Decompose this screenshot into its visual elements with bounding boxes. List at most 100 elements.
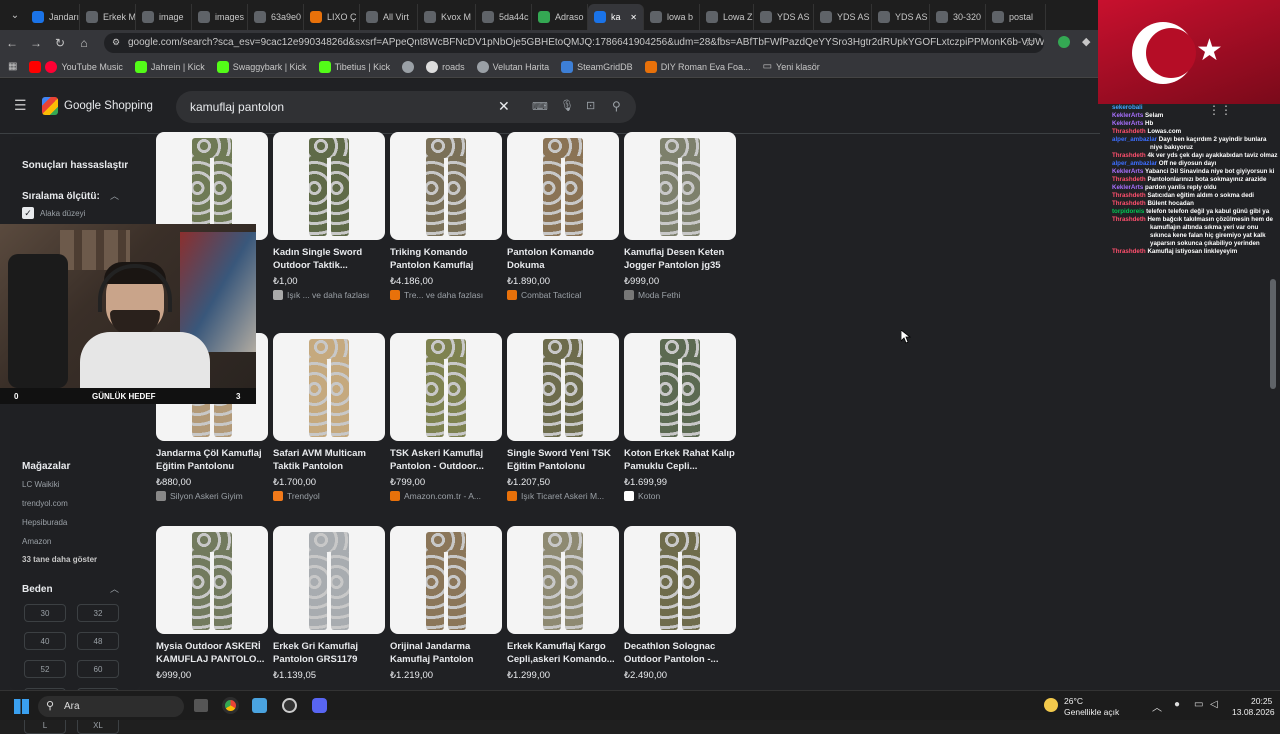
product-image[interactable]: [273, 333, 385, 441]
bookmark-velutan[interactable]: Velutan Harita: [476, 60, 549, 73]
product-title[interactable]: Kadın Single Sword Outdoor Taktik...: [273, 246, 385, 272]
product-image[interactable]: [156, 526, 268, 634]
product-seller[interactable]: Silyon Askeri Giyim: [156, 491, 268, 501]
product-card[interactable]: Erkek Gri Kamuflaj Pantolon GRS1179 ₺1.13…: [273, 526, 385, 681]
product-card[interactable]: Single Sword Yeni TSK Eğitim Pantolonu ₺1…: [507, 333, 619, 501]
product-title[interactable]: Pantolon Komando Dokuma: [507, 246, 619, 272]
obs-icon[interactable]: [282, 698, 297, 713]
bookmark-swaggybark[interactable]: Swaggybark | Kick: [216, 60, 307, 73]
tab[interactable]: image: [136, 4, 192, 30]
product-card[interactable]: Triking Komando Pantolon Kamuflaj ₺4.186,…: [390, 132, 502, 300]
search-icon[interactable]: ⚲: [612, 99, 621, 113]
product-image[interactable]: [390, 132, 502, 240]
product-card[interactable]: Erkek Kamuflaj Kargo Cepli,askeri Komand…: [507, 526, 619, 681]
product-seller[interactable]: Trendyol: [273, 491, 385, 501]
tab[interactable]: All Virt: [360, 4, 418, 30]
tab[interactable]: ka ✕: [588, 4, 644, 30]
product-title[interactable]: Erkek Gri Kamuflaj Pantolon GRS1179: [273, 640, 385, 666]
tab[interactable]: YDS AS: [872, 4, 930, 30]
product-image[interactable]: [624, 526, 736, 634]
product-image[interactable]: [507, 333, 619, 441]
product-image[interactable]: [507, 526, 619, 634]
product-title[interactable]: Safari AVM Multicam Taktik Pantolon: [273, 447, 385, 473]
lens-icon[interactable]: ⊡: [586, 99, 595, 112]
bookmark-site[interactable]: [402, 60, 415, 73]
bookmark-tibetius[interactable]: Tibetius | Kick: [318, 60, 390, 73]
taskbar-search[interactable]: ⚲ Ara: [38, 696, 184, 717]
windows-start-icon[interactable]: [14, 699, 29, 714]
tab[interactable]: LIXO Ç: [304, 4, 360, 30]
bookmark-jahrein[interactable]: Jahrein | Kick: [134, 60, 205, 73]
tab[interactable]: lowa b: [644, 4, 700, 30]
clear-search-icon[interactable]: ✕: [498, 98, 510, 115]
store-option[interactable]: trendyol.com: [22, 499, 68, 508]
size-option[interactable]: 48: [77, 632, 119, 650]
size-option[interactable]: 40: [24, 632, 66, 650]
tab[interactable]: Jandarı: [26, 4, 80, 30]
back-icon[interactable]: ←: [0, 36, 24, 50]
product-card[interactable]: Orijinal Jandarma Kamuflaj Pantolon ₺1.21…: [390, 526, 502, 681]
product-title[interactable]: Mysia Outdoor ASKERİ KAMUFLAJ PANTOLO...: [156, 640, 268, 666]
volume-icon[interactable]: ◁: [1210, 699, 1218, 710]
apps-grid-icon[interactable]: ▦: [8, 61, 17, 72]
tab[interactable]: Adraso: [532, 4, 588, 30]
product-title[interactable]: TSK Askeri Kamuflaj Pantolon - Outdoor..…: [390, 447, 502, 473]
sort-option-relevance[interactable]: Alaka düzeyi: [40, 209, 85, 218]
product-seller[interactable]: Amazon.com.tr - A...: [390, 491, 502, 501]
store-option[interactable]: Hepsiburada: [22, 518, 67, 527]
product-seller[interactable]: Koton: [624, 491, 736, 501]
tab[interactable]: Kvox M: [418, 4, 476, 30]
size-option[interactable]: 52: [24, 660, 66, 678]
clock-time[interactable]: 20:25: [1251, 696, 1272, 706]
extensions-puzzle-icon[interactable]: ◆: [1082, 35, 1090, 48]
chrome-icon[interactable]: [222, 697, 239, 714]
bookmark-steamgriddb[interactable]: SteamGridDB: [561, 60, 633, 73]
product-seller[interactable]: Moda Fethi: [624, 290, 736, 300]
product-card[interactable]: Safari AVM Multicam Taktik Pantolon ₺1.70…: [273, 333, 385, 501]
product-seller[interactable]: Işık ... ve daha fazlası: [273, 290, 385, 300]
show-more-stores-link[interactable]: 33 tane daha göster: [22, 555, 97, 564]
tab[interactable]: 63a9e0: [248, 4, 304, 30]
checkbox-relevance[interactable]: ✓: [22, 207, 34, 219]
bookmark-youtube-music[interactable]: YouTube Music: [29, 60, 123, 73]
chevron-up-icon[interactable]: ︿: [110, 189, 119, 202]
file-explorer-icon[interactable]: [194, 699, 208, 712]
home-icon[interactable]: ⌂: [72, 36, 96, 50]
mic-icon[interactable]: ●: [1174, 699, 1180, 710]
store-option[interactable]: LC Waikiki: [22, 480, 59, 489]
product-title[interactable]: Kamuflaj Desen Keten Jogger Pantolon jg3…: [624, 246, 736, 272]
tab[interactable]: 30-320: [930, 4, 986, 30]
bookmark-diy-roman[interactable]: DIY Roman Eva Foa...: [644, 60, 751, 73]
product-title[interactable]: Koton Erkek Rahat Kalıp Pamuklu Cepli...: [624, 447, 736, 473]
close-tab-icon[interactable]: ✕: [630, 13, 637, 22]
reload-icon[interactable]: ↻: [48, 36, 72, 50]
bookmark-star-icon[interactable]: ☆: [1024, 35, 1035, 49]
menu-icon[interactable]: ☰: [14, 97, 27, 114]
product-image[interactable]: [273, 132, 385, 240]
product-image[interactable]: [507, 132, 619, 240]
product-card[interactable]: Mysia Outdoor ASKERİ KAMUFLAJ PANTOLO...…: [156, 526, 268, 681]
tab[interactable]: postal: [986, 4, 1046, 30]
size-option[interactable]: 32: [77, 604, 119, 622]
tab[interactable]: images: [192, 4, 248, 30]
sort-heading[interactable]: Sıralama ölçütü:: [22, 191, 100, 202]
product-title[interactable]: Decathlon Solognac Outdoor Pantolon -...: [624, 640, 736, 666]
tab[interactable]: Lowa Z: [700, 4, 754, 30]
google-shopping-logo[interactable]: Google Shopping: [64, 100, 153, 112]
product-card[interactable]: Decathlon Solognac Outdoor Pantolon -...…: [624, 526, 736, 681]
bookmark-roads[interactable]: roads: [426, 60, 465, 73]
keyboard-icon[interactable]: ⌨: [532, 100, 548, 113]
tab[interactable]: Erkek M: [80, 4, 136, 30]
extension-icon[interactable]: [1058, 36, 1070, 48]
forward-icon[interactable]: →: [24, 36, 48, 50]
product-image[interactable]: [273, 526, 385, 634]
discord-icon[interactable]: [312, 698, 327, 713]
product-title[interactable]: Single Sword Yeni TSK Eğitim Pantolonu: [507, 447, 619, 473]
product-seller[interactable]: Işık Ticaret Askeri M...: [507, 491, 619, 501]
product-seller[interactable]: Combat Tactical: [507, 290, 619, 300]
voice-search-icon[interactable]: 🎙: [560, 99, 574, 112]
page-scrollbar[interactable]: [1270, 279, 1276, 389]
site-info-icon[interactable]: ⚙: [112, 37, 120, 48]
product-title[interactable]: Triking Komando Pantolon Kamuflaj: [390, 246, 502, 272]
product-card[interactable]: Kadın Single Sword Outdoor Taktik... ₺1,0…: [273, 132, 385, 300]
